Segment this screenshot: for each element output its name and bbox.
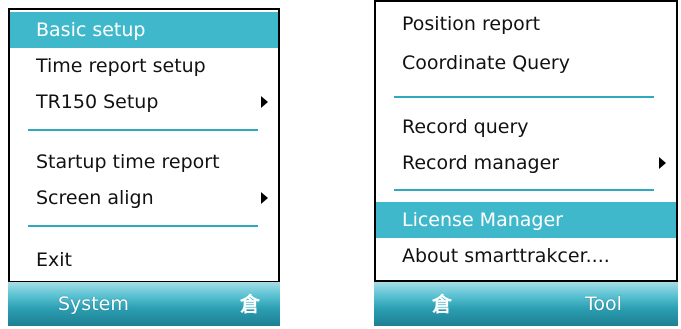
menu-item-label: About smarttrakcer.... <box>402 245 610 267</box>
menu-item-position-report[interactable]: Position report <box>376 6 676 42</box>
menu-item-license-manager[interactable]: License Manager <box>376 202 676 238</box>
menu-item-label: License Manager <box>402 209 563 231</box>
menu-item-label: Coordinate Query <box>402 52 570 74</box>
menu-item-label: Startup time report <box>36 151 220 173</box>
softkey-bar: System 倉 <box>8 282 280 326</box>
menu-item-label: Record manager <box>402 152 560 174</box>
submenu-arrow-icon <box>659 157 666 169</box>
menu-item-tr150-setup[interactable]: TR150 Setup <box>10 84 278 120</box>
menu-separator <box>28 225 258 227</box>
menu-separator <box>394 96 654 98</box>
menu-item-label: Basic setup <box>36 19 146 41</box>
softkey-bar: 倉 Tool <box>374 282 678 326</box>
menu-item-time-report-setup[interactable]: Time report setup <box>10 48 278 84</box>
menu-item-coordinate-query[interactable]: Coordinate Query <box>376 45 676 81</box>
right-phone-screen: Position report Coordinate Query Record … <box>371 0 681 329</box>
menu-separator <box>394 189 654 191</box>
submenu-arrow-icon <box>261 192 268 204</box>
menu-item-screen-align[interactable]: Screen align <box>10 180 278 216</box>
tool-menu: Position report Coordinate Query Record … <box>374 0 678 282</box>
menu-item-basic-setup[interactable]: Basic setup <box>10 12 278 48</box>
menu-item-startup-time-report[interactable]: Startup time report <box>10 144 278 180</box>
left-phone-screen: Basic setup Time report setup TR150 Setu… <box>0 0 287 329</box>
menu-item-label: Exit <box>36 249 72 271</box>
menu-item-exit[interactable]: Exit <box>10 242 278 278</box>
input-method-icon[interactable]: 倉 <box>240 282 260 326</box>
menu-item-record-query[interactable]: Record query <box>376 109 676 145</box>
menu-item-label: Position report <box>402 13 541 35</box>
softkey-tool[interactable]: Tool <box>585 282 622 326</box>
input-method-icon[interactable]: 倉 <box>432 282 452 326</box>
system-menu: Basic setup Time report setup TR150 Setu… <box>8 8 280 283</box>
softkey-system[interactable]: System <box>58 282 129 326</box>
menu-separator <box>28 129 258 131</box>
menu-item-label: Record query <box>402 116 529 138</box>
menu-item-about[interactable]: About smarttrakcer.... <box>376 238 676 274</box>
menu-item-label: TR150 Setup <box>36 91 159 113</box>
menu-item-label: Screen align <box>36 187 154 209</box>
menu-item-record-manager[interactable]: Record manager <box>376 145 676 181</box>
menu-item-label: Time report setup <box>36 55 206 77</box>
submenu-arrow-icon <box>261 96 268 108</box>
